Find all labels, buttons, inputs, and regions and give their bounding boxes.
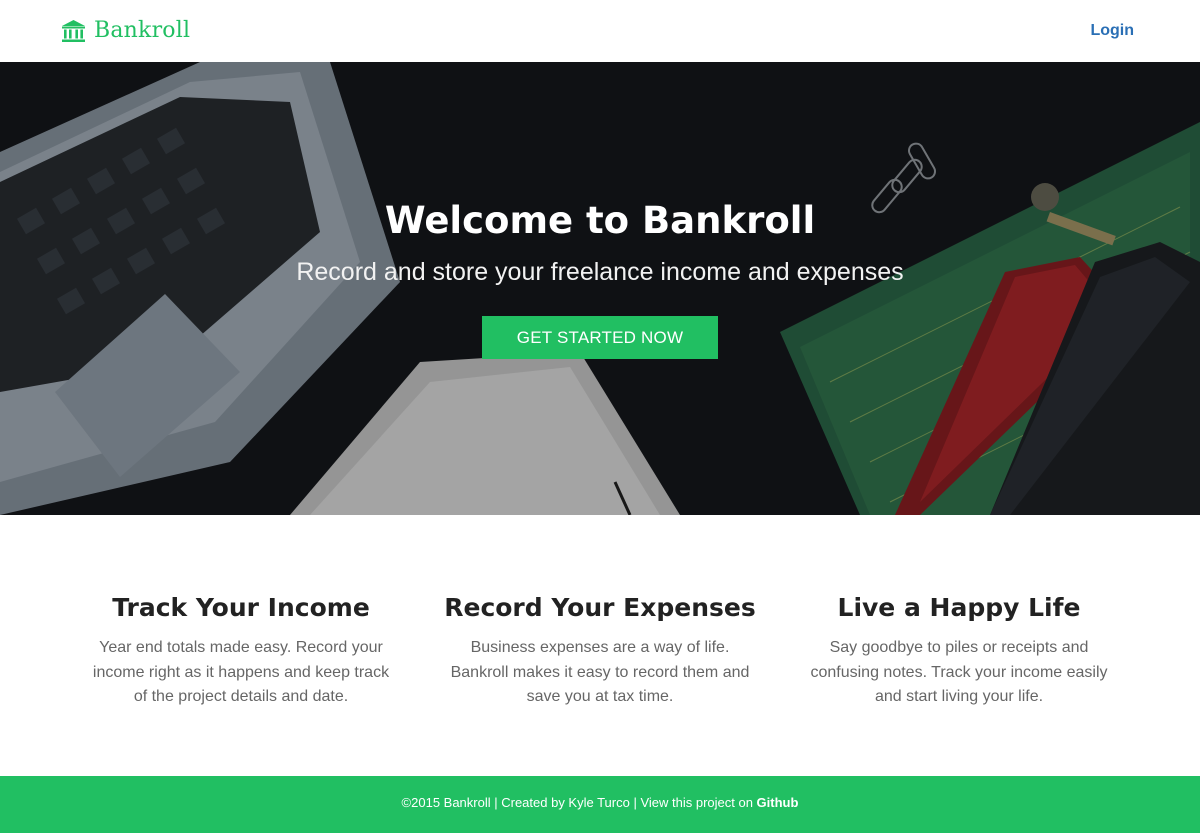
features-section: Track Your Income Year end totals made e… — [0, 515, 1200, 776]
feature-record-expenses: Record Your Expenses Business expenses a… — [440, 591, 760, 710]
login-link[interactable]: Login — [1090, 21, 1134, 41]
bank-icon — [62, 19, 85, 42]
feature-title: Record Your Expenses — [444, 593, 756, 622]
hero-section: Welcome to Bankroll Record and store you… — [0, 62, 1200, 515]
github-link[interactable]: Github — [757, 795, 799, 810]
hero-overlay — [0, 62, 1200, 515]
footer: ©2015 Bankroll | Created by Kyle Turco |… — [0, 776, 1200, 833]
hero-subtitle: Record and store your freelance income a… — [296, 258, 904, 286]
feature-description: Say goodbye to piles or receipts and con… — [810, 639, 1108, 705]
feature-title: Live a Happy Life — [837, 593, 1081, 622]
brand-name: Bankroll — [94, 18, 191, 43]
feature-description: Year end totals made easy. Record your i… — [92, 639, 390, 705]
get-started-button[interactable]: GET STARTED NOW — [482, 316, 718, 359]
brand-logo[interactable]: Bankroll — [61, 17, 190, 45]
top-navbar: Bankroll Login — [0, 0, 1200, 62]
feature-description: Business expenses are a way of life. Ban… — [450, 639, 750, 705]
footer-text: ©2015 Bankroll | Created by Kyle Turco |… — [401, 795, 757, 810]
feature-title: Track Your Income — [112, 593, 370, 622]
hero-title: Welcome to Bankroll — [384, 199, 816, 242]
feature-track-income: Track Your Income Year end totals made e… — [81, 591, 401, 710]
feature-happy-life: Live a Happy Life Say goodbye to piles o… — [799, 591, 1119, 710]
